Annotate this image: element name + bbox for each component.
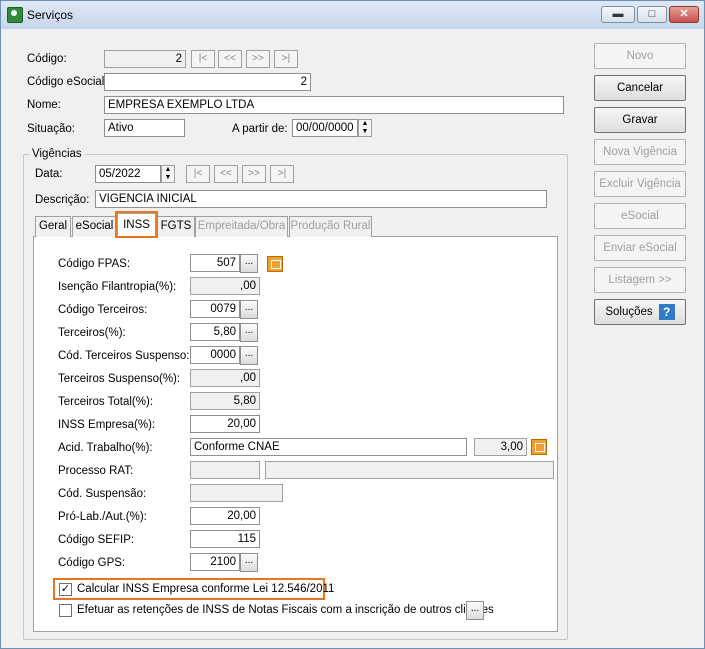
isencao-label: Isenção Filantropia(%): <box>58 281 177 293</box>
nome-label: Nome: <box>27 99 61 111</box>
efetuar-lookup-button[interactable]: ... <box>466 601 484 620</box>
calcular-checkbox[interactable]: ✓ <box>59 583 72 596</box>
tab-esocial[interactable]: eSocial <box>72 216 117 237</box>
codigo-terceiros-label: Código Terceiros: <box>58 304 148 316</box>
app-icon <box>7 7 23 23</box>
efetuar-checkbox[interactable] <box>59 604 72 617</box>
processo-rat-desc-field[interactable] <box>265 461 554 479</box>
cancelar-button[interactable]: Cancelar <box>594 75 686 101</box>
efetuar-label: Efetuar as retenções de INSS de Notas Fi… <box>77 604 494 616</box>
terceiros-label: Terceiros(%): <box>58 327 126 339</box>
minimize-button[interactable]: ▬ <box>601 6 635 23</box>
cod-terceiros-suspenso-label: Cód. Terceiros Suspenso: <box>58 350 190 362</box>
codigo-fpas-label: Código FPAS: <box>58 258 131 270</box>
cod-terceiros-suspenso-lookup-button[interactable]: ... <box>240 346 258 365</box>
tab-producao-rural[interactable]: Produção Rural <box>289 216 372 237</box>
listagem-button[interactable]: Listagem >> <box>594 267 686 293</box>
descricao-field[interactable]: VIGENCIA INICIAL <box>95 190 547 208</box>
esocial-button[interactable]: eSocial <box>594 203 686 229</box>
solucoes-button[interactable]: Soluções? <box>594 299 686 325</box>
tab-geral[interactable]: Geral <box>35 216 71 237</box>
gravar-button[interactable]: Gravar <box>594 107 686 133</box>
codigo-terceiros-lookup-button[interactable]: ... <box>240 300 258 319</box>
processo-rat-label: Processo RAT: <box>58 465 134 477</box>
codigo-gps-label: Código GPS: <box>58 557 126 569</box>
data-spinner[interactable]: ▲ ▼ <box>161 165 175 183</box>
calcular-label: Calcular INSS Empresa conforme Lei 12.54… <box>77 583 335 595</box>
tab-empreitada-obra[interactable]: Empreitada/Obra <box>195 216 288 237</box>
maximize-button[interactable]: □ <box>637 6 667 23</box>
title-bar: Serviços ▬ □ ✕ <box>1 1 704 29</box>
terceiros-field[interactable]: 5,80 <box>190 323 240 341</box>
apartir-spinner[interactable]: ▲ ▼ <box>358 119 372 137</box>
vig-nav-prev-button[interactable]: << <box>214 165 238 183</box>
pro-lab-label: Pró-Lab./Aut.(%): <box>58 511 147 523</box>
acid-trabalho-label: Acid. Trabalho(%): <box>58 442 153 454</box>
fpas-report-icon[interactable] <box>267 256 283 272</box>
inss-empresa-field[interactable]: 20,00 <box>190 415 260 433</box>
excluir-vigencia-button[interactable]: Excluir Vigência <box>594 171 686 197</box>
nav-last-button[interactable]: >| <box>274 50 298 68</box>
codigo-terceiros-field[interactable]: 0079 <box>190 300 240 318</box>
data-label: Data: <box>35 168 63 180</box>
solucoes-label: Soluções <box>605 306 653 318</box>
codigo-fpas-field[interactable]: 507 <box>190 254 240 272</box>
window-title: Serviços <box>27 8 74 22</box>
codigo-gps-lookup-button[interactable]: ... <box>240 553 258 572</box>
codigo-field[interactable]: 2 <box>104 50 186 68</box>
codigo-gps-field[interactable]: 2100 <box>190 553 240 571</box>
apartir-field[interactable]: 00/00/0000 <box>292 119 358 137</box>
processo-rat-field[interactable] <box>190 461 260 479</box>
terceiros-lookup-button[interactable]: ... <box>240 323 258 342</box>
inss-tab-highlight <box>115 211 158 238</box>
novo-button[interactable]: Novo <box>594 43 686 69</box>
vig-nav-last-button[interactable]: >| <box>270 165 294 183</box>
cod-suspensao-field[interactable] <box>190 484 283 502</box>
data-field[interactable]: 05/2022 <box>95 165 161 183</box>
terceiros-total-field[interactable]: 5,80 <box>190 392 260 410</box>
situacao-label: Situação: <box>27 123 75 135</box>
pro-lab-field[interactable]: 20,00 <box>190 507 260 525</box>
acid-trabalho-report-icon[interactable] <box>531 439 547 455</box>
inss-tab-page <box>33 236 558 632</box>
nova-vigencia-button[interactable]: Nova Vigência <box>594 139 686 165</box>
nav-prev-button[interactable]: << <box>218 50 242 68</box>
servicos-window: Serviços ▬ □ ✕ Código: 2 |< << >> >| Cód… <box>0 0 705 649</box>
nome-field[interactable]: EMPRESA EXEMPLO LTDA <box>104 96 564 114</box>
codigo-sefip-field[interactable]: 115 <box>190 530 260 548</box>
cod-suspensao-label: Cód. Suspensão: <box>58 488 147 500</box>
nav-first-button[interactable]: |< <box>191 50 215 68</box>
isencao-field[interactable]: ,00 <box>190 277 260 295</box>
descricao-label: Descrição: <box>35 194 90 206</box>
acid-trabalho-value-field[interactable]: 3,00 <box>474 438 527 456</box>
help-icon: ? <box>658 303 675 320</box>
acid-trabalho-field[interactable]: Conforme CNAE <box>190 438 467 456</box>
vig-nav-first-button[interactable]: |< <box>186 165 210 183</box>
cod-terceiros-suspenso-field[interactable]: 0000 <box>190 346 240 364</box>
vigencias-group-label: Vigências <box>29 148 85 160</box>
tab-fgts[interactable]: FGTS <box>157 216 195 237</box>
terceiros-total-label: Terceiros Total(%): <box>58 396 154 408</box>
terceiros-suspenso-field[interactable]: ,00 <box>190 369 260 387</box>
apartir-label: A partir de: <box>232 123 288 135</box>
terceiros-suspenso-label: Terceiros Suspenso(%): <box>58 373 181 385</box>
codigo-sefip-label: Código SEFIP: <box>58 534 135 546</box>
vig-nav-next-button[interactable]: >> <box>242 165 266 183</box>
close-button[interactable]: ✕ <box>669 6 699 23</box>
codigo-esocial-label: Código eSocial: <box>27 76 108 88</box>
nav-next-button[interactable]: >> <box>246 50 270 68</box>
enviar-esocial-button[interactable]: Enviar eSocial <box>594 235 686 261</box>
situacao-field[interactable]: Ativo <box>104 119 185 137</box>
inss-empresa-label: INSS Empresa(%): <box>58 419 156 431</box>
codigo-label: Código: <box>27 53 67 65</box>
codigo-fpas-lookup-button[interactable]: ... <box>240 254 258 273</box>
codigo-esocial-field[interactable]: 2 <box>104 73 311 91</box>
